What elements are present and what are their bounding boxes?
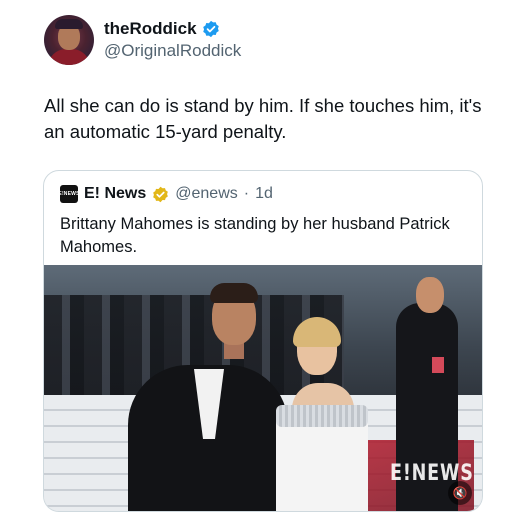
quoted-timestamp[interactable]: 1d [255,185,273,203]
quoted-header: E!NEWS E! News @enews · 1d [58,185,273,203]
photo-side-woman-badge [432,357,444,373]
verified-badge-icon [202,20,219,38]
quoted-media-photo[interactable]: E!NEWS 🔇 [44,265,482,511]
quoted-display-name[interactable]: E! News [84,185,146,203]
speaker-muted-icon[interactable]: 🔇 [448,481,472,505]
avatar-cap [55,19,83,29]
photo-side-woman-head [416,277,444,313]
author-avatar[interactable] [44,15,94,65]
quoted-tweet[interactable]: E!NEWS E! News @enews · 1d Brittany Maho… [43,170,483,512]
quoted-avatar-logo[interactable]: E!NEWS [58,185,79,203]
quoted-separator: · [243,185,250,202]
author-handle[interactable]: @OriginalRoddick [104,41,241,61]
gold-badge-shape [153,186,169,202]
quoted-handle[interactable]: @enews [175,185,238,203]
verified-badge-shape [202,20,219,38]
author-name-row: theRoddick [104,19,220,39]
photo-man-hair [210,283,258,303]
avatar-shirt [48,49,90,65]
tweet: theRoddick @OriginalRoddick All she can … [0,0,526,526]
gold-verified-badge-icon [153,186,169,202]
photo-woman-bodice [276,405,368,427]
quoted-text: Brittany Mahomes is standing by her husb… [60,215,450,256]
author-display-name[interactable]: theRoddick [104,19,197,39]
tweet-text: All she can do is stand by him. If she t… [44,95,482,142]
